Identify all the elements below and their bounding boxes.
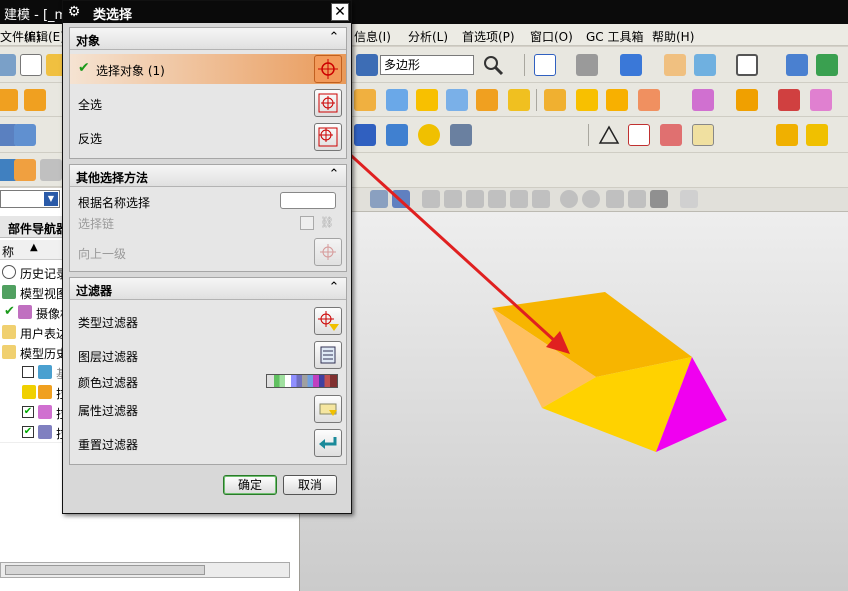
select-object-label: 选择对象 (1)	[96, 64, 165, 78]
ok-button[interactable]: 确定	[223, 475, 277, 495]
section-title: 其他选择方法	[76, 171, 149, 185]
dialog-title: 类选择	[93, 8, 133, 23]
section-title: 过滤器	[76, 284, 113, 298]
select-object-row[interactable]: ✔ 选择对象 (1)	[70, 54, 346, 84]
select-all-label: 全选	[78, 98, 103, 112]
color-filter-swatch[interactable]	[266, 374, 338, 388]
invert-selection-row[interactable]: 反选	[70, 122, 346, 152]
up-one-level-row: 向上一级	[70, 237, 346, 267]
section-header[interactable]: 对象 ⌃	[70, 28, 346, 50]
by-name-label: 根据名称选择	[78, 196, 151, 210]
layer-filter-label: 图层过滤器	[78, 350, 139, 364]
type-filter-row: 类型过滤器	[70, 306, 346, 336]
attribute-filter-label: 属性过滤器	[78, 404, 139, 418]
chevron-up-icon[interactable]: ⌃	[326, 167, 342, 183]
by-name-row: 根据名称选择	[70, 189, 346, 213]
attribute-filter-row: 属性过滤器	[70, 394, 346, 424]
invert-label: 反选	[78, 132, 103, 146]
type-filter-label: 类型过滤器	[78, 316, 139, 330]
chevron-up-icon[interactable]: ⌃	[326, 30, 342, 46]
section-filters: 过滤器 ⌃ 类型过滤器 图层过滤器 颜色过滤器 属性过滤器 重置过滤器	[69, 277, 347, 465]
up-one-level-label: 向上一级	[78, 247, 127, 261]
cancel-button[interactable]: 取消	[283, 475, 337, 495]
section-header[interactable]: 过滤器 ⌃	[70, 278, 346, 300]
section-title: 对象	[76, 34, 101, 48]
color-filter-label: 颜色过滤器	[78, 376, 139, 390]
up-one-level-button[interactable]	[314, 238, 342, 266]
invert-selection-button[interactable]	[314, 123, 342, 151]
type-filter-button[interactable]	[314, 307, 342, 335]
class-selection-dialog: ⚙ 类选择 ✕ 对象 ⌃ ✔ 选择对象 (1) 全选 反选 其他选择方法 ⌃ 根…	[62, 0, 352, 514]
checkmark-icon: ✔	[78, 60, 90, 76]
section-other-methods: 其他选择方法 ⌃ 根据名称选择 选择链 ⛓ 向上一级	[69, 164, 347, 272]
chain-icon: ⛓	[320, 216, 334, 229]
layer-filter-row: 图层过滤器	[70, 340, 346, 370]
chevron-up-icon[interactable]: ⌃	[326, 280, 342, 296]
select-chain-checkbox[interactable]	[300, 216, 314, 230]
close-button[interactable]: ✕	[331, 3, 349, 21]
reset-filter-label: 重置过滤器	[78, 438, 139, 452]
gear-icon[interactable]: ⚙	[66, 4, 82, 20]
select-all-row[interactable]: 全选	[70, 88, 346, 118]
select-chain-label: 选择链	[78, 217, 115, 231]
section-object: 对象 ⌃ ✔ 选择对象 (1) 全选 反选	[69, 27, 347, 159]
reset-filter-button[interactable]	[314, 429, 342, 457]
section-header[interactable]: 其他选择方法 ⌃	[70, 165, 346, 187]
attribute-filter-button[interactable]	[314, 395, 342, 423]
layer-filter-button[interactable]	[314, 341, 342, 369]
reset-filter-row: 重置过滤器	[70, 428, 346, 458]
select-all-button[interactable]	[314, 89, 342, 117]
color-filter-row: 颜色过滤器	[70, 370, 346, 394]
select-object-button[interactable]	[314, 55, 342, 83]
name-input[interactable]	[280, 192, 336, 209]
dialog-title-bar[interactable]: ⚙ 类选择 ✕	[63, 1, 351, 23]
select-chain-row: 选择链 ⛓	[70, 211, 346, 235]
